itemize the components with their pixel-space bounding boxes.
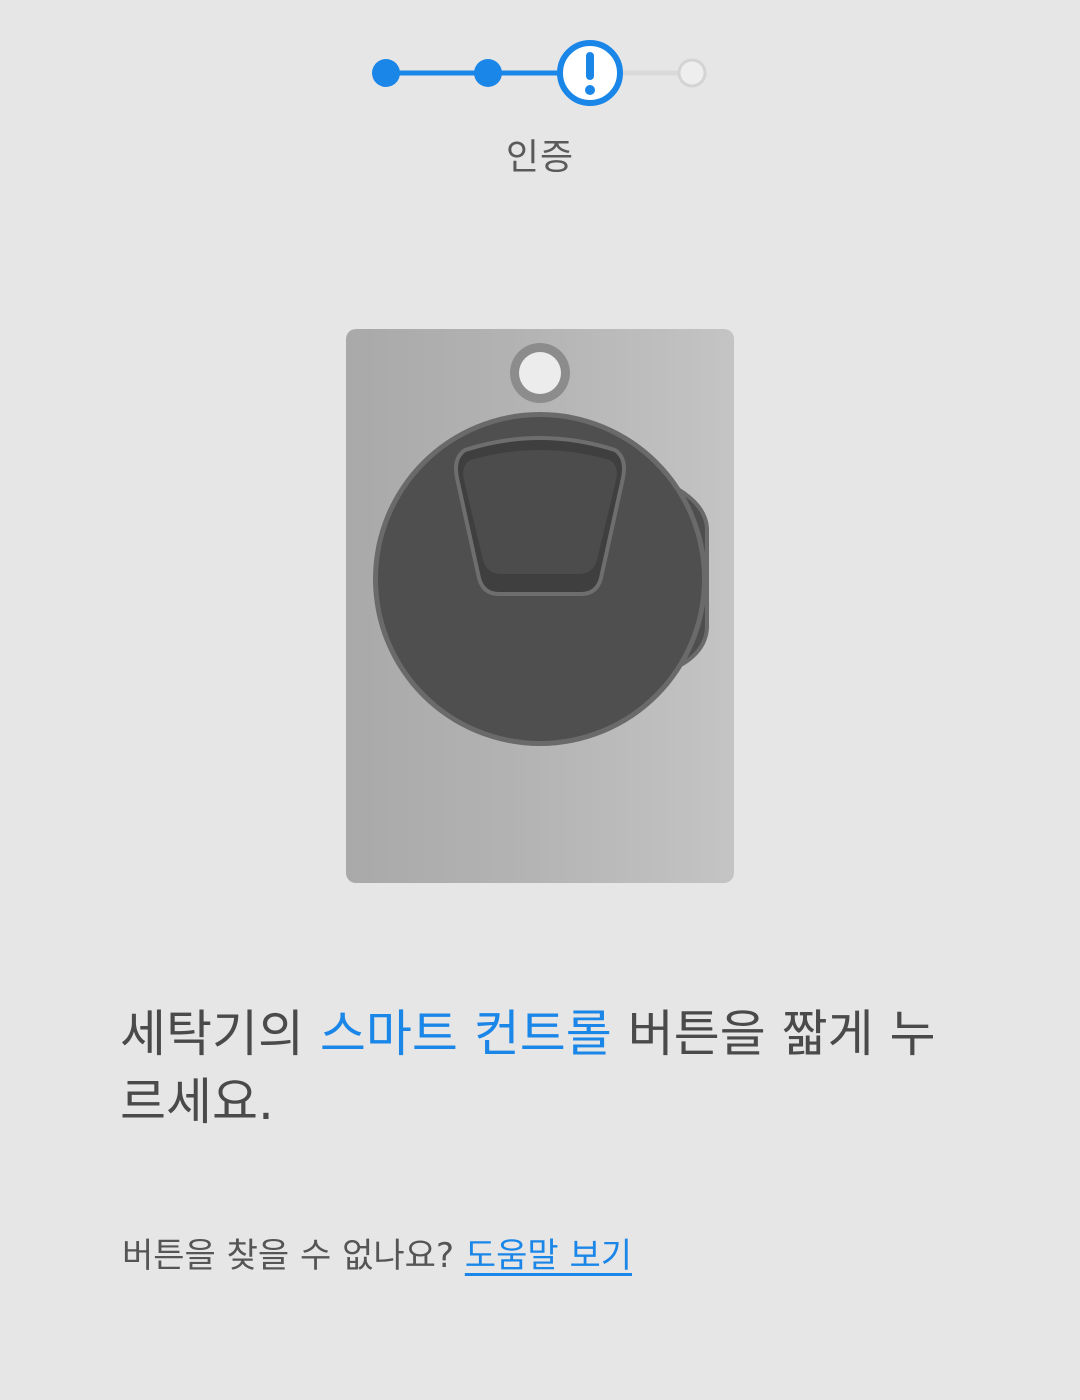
instruction-prefix: 세탁기의 [120,1005,320,1063]
progress-stepper: 인증 [0,0,1080,200]
step-4-pending-dot [677,58,707,88]
help-link[interactable]: 도움말 보기 [465,1236,632,1276]
smart-control-highlight: 스마트 컨트롤 [319,1005,612,1063]
instruction-text: 세탁기의 스마트 컨트롤 버튼을 짧게 누르세요. [120,1000,980,1136]
smart-control-button-icon [510,343,570,403]
current-step-label: 인증 [505,137,575,178]
washing-machine-illustration [345,328,735,884]
help-line: 버튼을 찾을 수 없나요? 도움말 보기 [122,1232,632,1280]
step-3-warning-icon [557,40,623,106]
machine-door [373,412,709,746]
step-1-done-dot [372,59,400,87]
help-question: 버튼을 찾을 수 없나요? [122,1236,465,1276]
washing-machine-icon [346,329,734,883]
step-2-done-dot [474,59,502,87]
